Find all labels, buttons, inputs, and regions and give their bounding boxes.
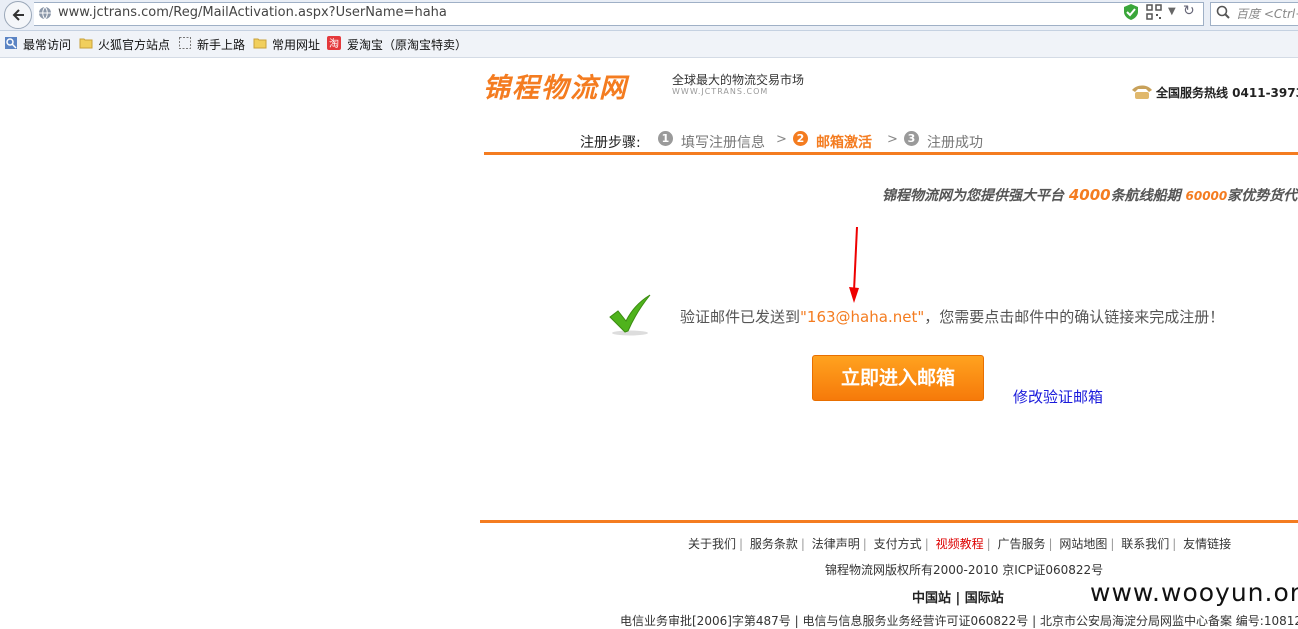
bookmark-aitaobao[interactable]: 爱淘宝（原淘宝特卖）: [347, 36, 467, 53]
dropdown-arrow-icon[interactable]: ▼: [1168, 6, 1176, 17]
back-arrow-icon: [12, 9, 24, 21]
step-3-label: 注册成功: [927, 135, 983, 151]
footer-link-terms[interactable]: 服务条款: [750, 537, 798, 551]
footer-link-legal[interactable]: 法律声明: [812, 537, 860, 551]
folder-icon: [253, 38, 267, 49]
footer-separator: |: [924, 537, 929, 551]
step-1-label: 填写注册信息: [681, 135, 765, 151]
step-arrow-icon: >: [776, 132, 787, 147]
check-icon: [609, 294, 651, 336]
most-visited-icon: [5, 37, 17, 49]
copyright-text: 锦程物流网版权所有2000-2010 京ICP证060822号: [825, 563, 1104, 577]
footer-separator: |: [1110, 537, 1115, 551]
footer-separator: |: [739, 537, 744, 551]
message-after: ，您需要点击邮件中的确认链接来完成注册！: [924, 308, 1225, 326]
bookmark-common-sites[interactable]: 常用网址: [272, 36, 320, 53]
message-before: 验证邮件已发送到: [680, 308, 801, 326]
footer-separator: |: [1048, 537, 1053, 551]
footer-separator: |: [1172, 537, 1177, 551]
bookmarks-bar: [0, 31, 1298, 58]
taobao-icon: 淘: [327, 36, 341, 50]
step-arrow-icon: >: [887, 132, 898, 147]
folder-icon: [79, 38, 93, 49]
footer-links: 关于我们 | 服务条款 | 法律声明 | 支付方式 | 视频教程 | 广告服务 | 网站地图…: [688, 535, 1231, 552]
bookmark-getting-started[interactable]: 新手上路: [197, 36, 245, 53]
footer-link-video[interactable]: 视频教程: [936, 537, 984, 551]
footer-link-ads[interactable]: 广告服务: [997, 537, 1045, 551]
bookmark-firefox-official[interactable]: 火狐官方站点: [98, 36, 170, 53]
footer-separator: |: [800, 537, 805, 551]
footer-link-payment[interactable]: 支付方式: [874, 537, 922, 551]
url-text[interactable]: www.jctrans.com/Reg/MailActivation.aspx?…: [58, 5, 447, 20]
qr-code-icon[interactable]: [1146, 4, 1162, 20]
phone-icon: [1132, 85, 1152, 99]
back-button[interactable]: [4, 1, 32, 29]
message-email: "163@haha.net": [800, 308, 925, 326]
footer-separator: |: [862, 537, 867, 551]
promo-routes-count: 4000: [1068, 186, 1111, 204]
footer-link-sitemap[interactable]: 网站地图: [1059, 537, 1107, 551]
step-2-label: 邮箱激活: [816, 135, 872, 151]
watermark: www.wooyun.org: [1090, 578, 1298, 607]
footer-divider: [480, 520, 1298, 523]
license-text: 电信业务审批[2006]字第487号 | 电信与信息服务业务经营许可证06082…: [620, 614, 1298, 628]
step-1-number: 1: [658, 131, 673, 146]
dotted-page-icon: [179, 37, 191, 49]
globe-icon: [39, 6, 51, 20]
site-switcher[interactable]: 中国站 | 国际站: [912, 587, 1004, 606]
modify-email-link[interactable]: 修改验证邮箱: [1013, 386, 1103, 407]
reload-icon[interactable]: ↻: [1183, 3, 1195, 19]
footer-link-friends[interactable]: 友情链接: [1183, 537, 1231, 551]
svg-text:淘: 淘: [329, 37, 339, 50]
search-icon: [1216, 5, 1230, 19]
shield-icon[interactable]: [1124, 4, 1138, 20]
promo-mid: 条航线船期: [1110, 188, 1181, 204]
promo-banner: 锦程物流网为您提供强大平台 4000条航线船期 60000家优势货代: [882, 185, 1297, 205]
promo-forwarders-count: 60000: [1185, 189, 1228, 203]
step-3-number: 3: [904, 131, 919, 146]
red-arrow-annotation: [849, 227, 859, 303]
bookmark-most-visited[interactable]: 最常访问: [23, 36, 71, 53]
promo-suffix: 家优势货代: [1227, 188, 1298, 204]
search-placeholder[interactable]: 百度 <Ctrl+: [1236, 5, 1298, 22]
step-2-number: 2: [793, 131, 808, 146]
service-hotline: 全国服务热线 0411-39735: [1156, 86, 1298, 100]
footer-link-contact[interactable]: 联系我们: [1121, 537, 1169, 551]
footer-separator: |: [986, 537, 991, 551]
promo-prefix: 锦程物流网为您提供强大平台: [882, 188, 1064, 204]
activation-message: 验证邮件已发送到"163@haha.net"，您需要点击邮件中的确认链接来完成注…: [680, 306, 1224, 327]
site-logo[interactable]: 锦程物流网: [483, 66, 628, 105]
footer-link-about[interactable]: 关于我们: [688, 537, 736, 551]
logo-slogan: 全球最大的物流交易市场: [672, 73, 805, 87]
steps-divider: [484, 152, 1298, 155]
steps-label: 注册步骤:: [580, 135, 641, 151]
logo-english: WWW.JCTRANS.COM: [672, 87, 769, 96]
enter-mailbox-button[interactable]: 立即进入邮箱: [812, 355, 984, 401]
